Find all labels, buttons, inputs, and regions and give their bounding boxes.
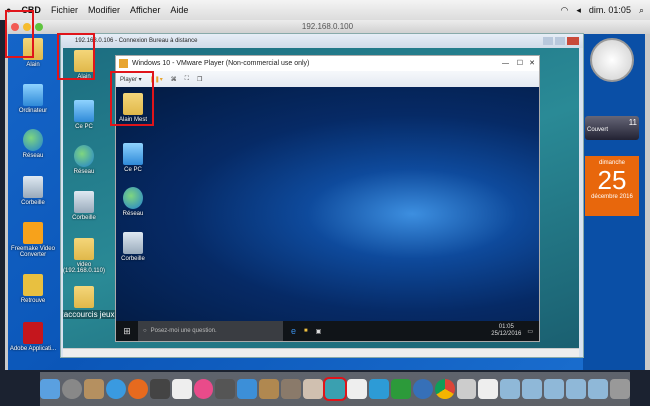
app-icon[interactable] [149,379,170,399]
chrome-icon[interactable] [434,379,455,399]
outer-title-bar[interactable]: 192.168.0.100 [5,20,650,34]
vmware-title-bar[interactable]: Windows 10 - VMware Player (Non-commerci… [116,56,539,71]
preview-icon[interactable] [83,379,104,399]
app-icon[interactable] [346,379,367,399]
file-explorer-icon[interactable]: ■ [304,328,308,334]
safari-icon[interactable] [105,379,126,399]
excel-icon[interactable] [390,379,411,399]
rdp-horizontal-scrollbar[interactable] [63,348,579,357]
weather-gadget[interactable]: 11 Couvert [585,116,639,140]
menubar-clock[interactable]: dim. 01:05 [589,5,631,15]
rdp-close-button[interactable] [567,37,579,45]
highlight-box [5,10,34,58]
app-icon[interactable] [478,379,499,399]
vm-minimize-button[interactable]: — [502,56,509,71]
photos-icon[interactable] [281,379,302,399]
vm-maximize-button[interactable]: ☐ [517,56,523,71]
desktop-icon-freemake[interactable]: Freemake Video Converter [8,222,58,258]
rdp-icon-ce-pc[interactable]: Ce PC [63,100,109,130]
vmware-logo-icon [119,59,128,68]
desktop-icon-reseau[interactable]: Réseau [8,129,58,159]
wifi-icon[interactable]: ◠ [561,5,569,16]
calendar-gadget[interactable]: dimanche 25 décembre 2016 [585,156,639,216]
cortana-search-box[interactable]: ○ Posez-moi une question. [138,321,283,341]
highlight-box [110,71,154,126]
cortana-icon: ○ [143,328,147,334]
desktop-icon-ordinateur[interactable]: Ordinateur [8,84,58,114]
highlight-box [57,33,95,80]
win10-icon-corbeille[interactable]: Corbeille [116,232,158,262]
win10-icon-ce-pc[interactable]: Ce PC [116,143,158,173]
volume-icon[interactable]: ◂ [576,5,581,16]
menu-afficher[interactable]: Afficher [130,5,160,15]
vmware-window: Windows 10 - VMware Player (Non-commerci… [115,55,540,342]
rdp-icon-raccourcis-jeux[interactable]: Raccourcis jeux [63,286,116,319]
desktop-icon-retrouve[interactable]: Retrouve [8,274,58,304]
menu-modifier[interactable]: Modifier [88,5,120,15]
remote-desktop-icon[interactable] [323,377,347,401]
rdp-icon-reseau[interactable]: Réseau [63,145,109,175]
app-icon[interactable] [303,379,324,399]
folder-icon[interactable] [522,379,543,399]
zoom-button[interactable] [35,23,43,31]
applications-folder-icon[interactable] [500,379,521,399]
spotlight-icon[interactable]: ⌕ [639,5,644,16]
firefox-icon[interactable] [127,379,148,399]
app-icon[interactable] [215,379,236,399]
kodi-icon[interactable] [368,379,389,399]
contacts-icon[interactable] [259,379,280,399]
downloads-folder-icon[interactable] [588,379,609,399]
fullscreen-icon[interactable]: ⛶ [185,76,189,83]
action-center-icon[interactable]: ▭ [527,328,533,335]
mac-menubar: ● CBD Fichier Modifier Afficher Aide ◠ ◂ d… [0,0,650,20]
calendar-icon[interactable] [171,379,192,399]
trash-icon[interactable] [610,379,630,399]
unity-icon[interactable]: ❐ [197,76,202,83]
documents-folder-icon[interactable] [566,379,587,399]
gadget-sidebar: 11 Couvert dimanche 25 décembre 2016 [583,34,645,370]
store-icon[interactable]: ▣ [316,328,322,335]
rdp-icon-video[interactable]: video (192.168.0.110) [63,238,109,274]
taskbar-clock[interactable]: 01:05 25/12/2016 [491,324,521,338]
launchpad-icon[interactable] [61,379,82,399]
desktop-icon-adobe[interactable]: Adobe Applicati... [8,322,58,352]
send-ctrl-alt-del-icon[interactable]: ⌘ [171,76,177,83]
quicktime-icon[interactable] [412,379,433,399]
rdp-icon-corbeille[interactable]: Corbeille [63,191,109,221]
rdp-minimize-button[interactable] [543,37,553,45]
start-button[interactable]: ⊞ [116,326,138,337]
word-icon[interactable] [237,379,258,399]
folder-icon[interactable] [544,379,565,399]
win10-icon-reseau[interactable]: Réseau [116,187,158,217]
win10-taskbar: ⊞ ○ Posez-moi une question. e ■ ▣ 01:05 25… [116,321,539,341]
vm-close-button[interactable]: ✕ [529,56,535,71]
vmware-toolbar: Player ▾ ❚❚▾ ⌘ ⛶ ❐ [116,71,539,87]
finder-icon[interactable] [40,379,60,399]
desktop-icon-corbeille[interactable]: Corbeille [8,176,58,206]
outer-title: 192.168.0.100 [301,22,354,31]
menu-aide[interactable]: Aide [170,5,188,15]
rdp-title-bar[interactable]: 192.168.0.106 - Connexion Bureau à dista… [61,34,583,48]
mac-dock [40,372,630,406]
app-icon[interactable] [456,379,477,399]
itunes-icon[interactable] [193,379,214,399]
rdp-maximize-button[interactable] [555,37,565,45]
menu-fichier[interactable]: Fichier [51,5,78,15]
edge-icon[interactable]: e [291,326,296,336]
win10-desktop: Alain Mest Ce PC Réseau Corbeille ⊞ ○ Pos… [116,87,539,341]
clock-gadget[interactable] [590,38,634,82]
